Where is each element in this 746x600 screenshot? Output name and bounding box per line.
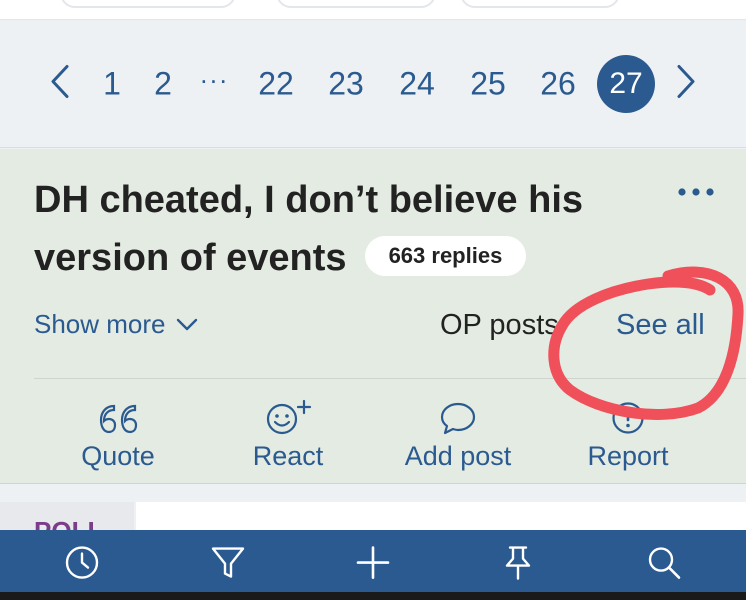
bottom-nav — [0, 530, 746, 592]
more-dots-icon — [678, 188, 714, 196]
chevron-left-icon — [51, 65, 69, 98]
show-more-button[interactable]: Show more — [34, 309, 198, 340]
pagination: 1 2 ··· 22 23 24 25 26 27 — [0, 20, 746, 148]
page-link[interactable]: 24 — [399, 66, 435, 103]
page-link[interactable]: 26 — [540, 66, 576, 103]
react-label: React — [252, 441, 324, 471]
replies-badge: 663 replies — [364, 235, 527, 276]
filter-icon — [211, 547, 245, 578]
speech-bubble-icon — [440, 402, 476, 435]
pin-icon — [505, 546, 531, 580]
search-icon — [648, 547, 681, 579]
clock-icon — [65, 546, 99, 579]
nav-filter-button[interactable] — [210, 545, 246, 586]
add-post-button[interactable]: Add post — [383, 397, 533, 472]
page-link[interactable]: 25 — [470, 66, 506, 103]
page-link[interactable]: 23 — [328, 66, 364, 103]
thread-title: DH cheated, I don’t believe his version … — [34, 171, 634, 287]
current-page[interactable]: 27 — [597, 55, 655, 113]
filter-pill[interactable] — [276, 0, 436, 8]
top-filter-strip — [0, 0, 746, 20]
smiley-plus-icon — [266, 399, 312, 435]
add-post-label: Add post — [404, 441, 512, 471]
quote-label: Quote — [81, 441, 155, 471]
nav-recent-button[interactable] — [64, 545, 100, 586]
page-ellipsis: ··· — [199, 64, 229, 95]
nav-watched-button[interactable] — [503, 545, 533, 586]
filter-pill[interactable] — [60, 0, 236, 8]
show-more-label: Show more — [34, 309, 166, 339]
page-link[interactable]: 2 — [154, 66, 172, 103]
react-button[interactable]: React — [213, 397, 363, 472]
page-link[interactable]: 22 — [258, 66, 294, 103]
divider — [34, 378, 746, 379]
see-all-link[interactable]: See all — [616, 309, 705, 342]
chevron-down-icon — [176, 318, 197, 330]
prev-page-button[interactable] — [50, 65, 70, 104]
filter-pill[interactable] — [460, 0, 620, 8]
nav-new-thread-button[interactable] — [355, 545, 391, 586]
thread-menu-button[interactable] — [676, 185, 716, 199]
thread-header: DH cheated, I don’t believe his version … — [0, 149, 746, 484]
screen-edge — [0, 592, 746, 600]
chevron-right-icon — [677, 65, 695, 98]
report-label: Report — [587, 441, 669, 471]
quote-icon — [99, 404, 138, 434]
quote-button[interactable]: Quote — [43, 397, 193, 472]
op-posts-label: OP posts — [440, 309, 559, 341]
nav-search-button[interactable] — [646, 545, 682, 586]
page-link[interactable]: 1 — [103, 66, 121, 103]
next-page-button[interactable] — [676, 65, 696, 104]
plus-icon — [356, 546, 390, 579]
alert-circle-icon — [612, 402, 644, 434]
report-button[interactable]: Report — [553, 397, 703, 472]
